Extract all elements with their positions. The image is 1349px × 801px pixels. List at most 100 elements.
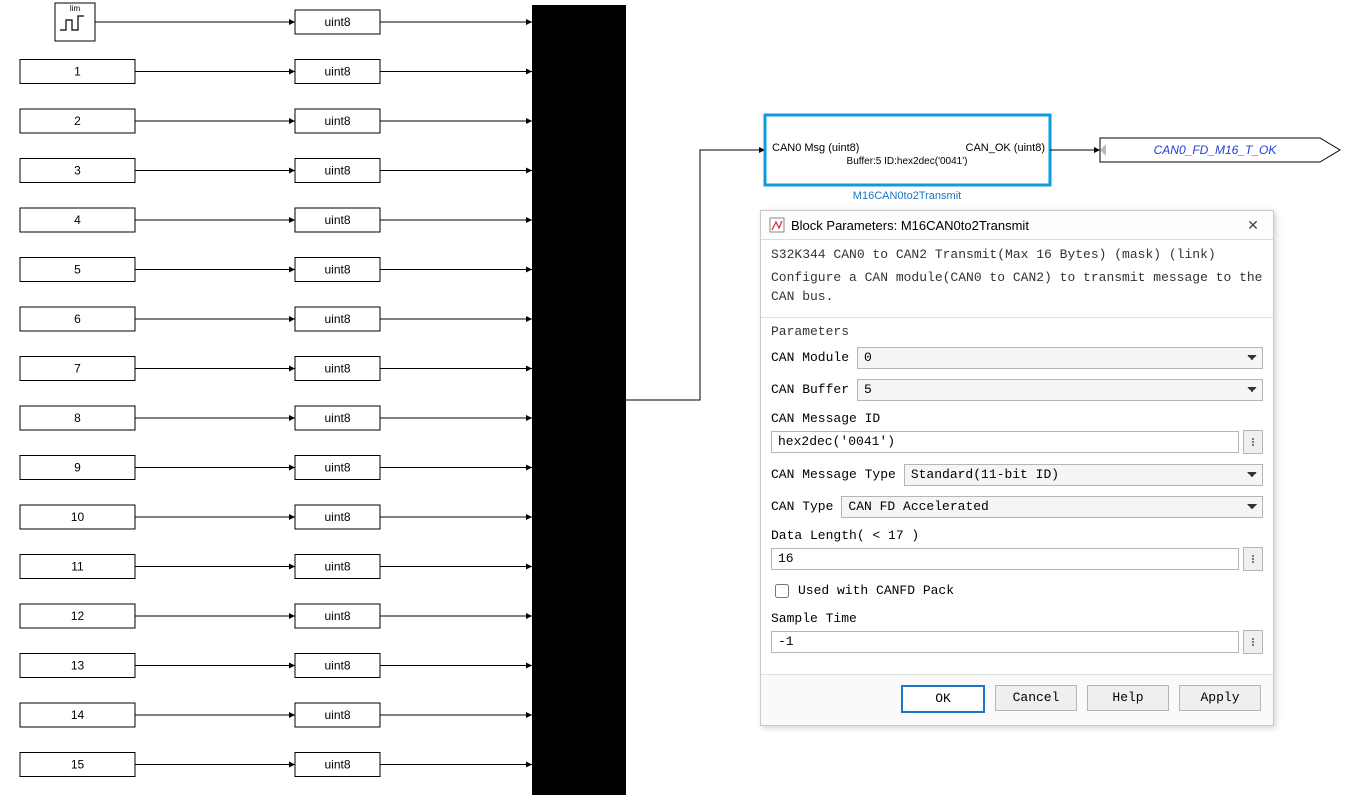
convert-block-1[interactable]: uint8: [295, 60, 380, 84]
dialog-titlebar[interactable]: Block Parameters: M16CAN0to2Transmit ✕: [761, 211, 1273, 240]
constant-block-9[interactable]: 9: [20, 456, 135, 480]
close-button[interactable]: ✕: [1241, 213, 1265, 237]
apply-button[interactable]: Apply: [1179, 685, 1261, 711]
svg-text:uint8: uint8: [324, 758, 350, 772]
svg-text:uint8: uint8: [324, 15, 350, 29]
can-block-right-text: CAN_OK (uint8): [966, 142, 1045, 154]
convert-block-3[interactable]: uint8: [295, 159, 380, 183]
convert-block-11[interactable]: uint8: [295, 555, 380, 579]
can-msgtype-select[interactable]: Standard(11-bit ID): [904, 464, 1263, 486]
convert-block-0[interactable]: uint8: [295, 10, 380, 34]
can-msgid-label: CAN Message ID: [771, 411, 1263, 426]
constant-block-12[interactable]: 12: [20, 604, 135, 628]
convert-block-15[interactable]: uint8: [295, 753, 380, 777]
svg-text:uint8: uint8: [324, 411, 350, 425]
can-buffer-label: CAN Buffer: [771, 382, 849, 397]
dialog-button-bar: OK Cancel Help Apply: [761, 674, 1273, 725]
convert-block-10[interactable]: uint8: [295, 505, 380, 529]
convert-block-6[interactable]: uint8: [295, 307, 380, 331]
svg-text:uint8: uint8: [324, 461, 350, 475]
constant-block-15[interactable]: 15: [20, 753, 135, 777]
sampletime-label: Sample Time: [771, 611, 1263, 626]
svg-text:uint8: uint8: [324, 114, 350, 128]
can-type-label: CAN Type: [771, 499, 833, 514]
can-msgid-input[interactable]: [771, 431, 1239, 453]
svg-text:3: 3: [74, 164, 81, 178]
ok-button[interactable]: OK: [901, 685, 985, 713]
constant-block-3[interactable]: 3: [20, 159, 135, 183]
datalen-more-button[interactable]: [1243, 547, 1263, 571]
mux-to-can-signal: [626, 150, 765, 400]
constant-block-10[interactable]: 10: [20, 505, 135, 529]
can-block-sub-text: Buffer:5 ID:hex2dec('0041'): [847, 156, 968, 167]
datalen-label: Data Length( < 17 ): [771, 528, 1263, 543]
svg-text:uint8: uint8: [324, 65, 350, 79]
msgid-more-button[interactable]: [1243, 430, 1263, 454]
constant-block-1[interactable]: 1: [20, 60, 135, 84]
svg-text:uint8: uint8: [324, 609, 350, 623]
constant-block-5[interactable]: 5: [20, 258, 135, 282]
convert-block-8[interactable]: uint8: [295, 406, 380, 430]
constant-block-13[interactable]: 13: [20, 654, 135, 678]
convert-block-12[interactable]: uint8: [295, 604, 380, 628]
constant-block-2[interactable]: 2: [20, 109, 135, 133]
dialog-description: S32K344 CAN0 to CAN2 Transmit(Max 16 Byt…: [761, 240, 1273, 318]
can-type-select[interactable]: CAN FD Accelerated: [841, 496, 1263, 518]
goto-tag-label: CAN0_FD_M16_T_OK: [1154, 143, 1278, 157]
svg-text:uint8: uint8: [324, 312, 350, 326]
mux-block[interactable]: [532, 5, 626, 795]
can-transmit-block[interactable]: CAN0 Msg (uint8) CAN_OK (uint8) Buffer:5…: [765, 115, 1050, 202]
sampletime-more-button[interactable]: [1243, 630, 1263, 654]
svg-text:11: 11: [71, 560, 84, 574]
convert-block-4[interactable]: uint8: [295, 208, 380, 232]
constant-block-6[interactable]: 6: [20, 307, 135, 331]
cancel-button[interactable]: Cancel: [995, 685, 1077, 711]
help-button[interactable]: Help: [1087, 685, 1169, 711]
block-parameters-dialog: Block Parameters: M16CAN0to2Transmit ✕ S…: [760, 210, 1274, 726]
svg-text:uint8: uint8: [324, 362, 350, 376]
goto-tag-block[interactable]: CAN0_FD_M16_T_OK: [1100, 138, 1340, 162]
constant-block-8[interactable]: 8: [20, 406, 135, 430]
convert-block-14[interactable]: uint8: [295, 703, 380, 727]
svg-text:7: 7: [74, 362, 81, 376]
svg-text:4: 4: [74, 213, 81, 227]
convert-block-2[interactable]: uint8: [295, 109, 380, 133]
svg-text:uint8: uint8: [324, 510, 350, 524]
svg-text:15: 15: [71, 758, 85, 772]
can-module-label: CAN Module: [771, 350, 849, 365]
svg-text:13: 13: [71, 659, 85, 673]
svg-text:uint8: uint8: [324, 708, 350, 722]
svg-text:9: 9: [74, 461, 81, 475]
svg-text:8: 8: [74, 411, 81, 425]
can-module-select[interactable]: 0: [857, 347, 1263, 369]
constant-block-14[interactable]: 14: [20, 703, 135, 727]
can-block-caption: M16CAN0to2Transmit: [853, 190, 961, 202]
convert-block-9[interactable]: uint8: [295, 456, 380, 480]
convert-block-7[interactable]: uint8: [295, 357, 380, 381]
dialog-title: Block Parameters: M16CAN0to2Transmit: [791, 218, 1241, 233]
svg-text:uint8: uint8: [324, 560, 350, 574]
source-block-lim[interactable]: lim: [55, 3, 95, 41]
constant-block-7[interactable]: 7: [20, 357, 135, 381]
svg-text:uint8: uint8: [324, 659, 350, 673]
svg-text:1: 1: [74, 65, 81, 79]
canfd-pack-label: Used with CANFD Pack: [798, 583, 954, 598]
convert-block-13[interactable]: uint8: [295, 654, 380, 678]
svg-text:14: 14: [71, 708, 85, 722]
can-block-left-text: CAN0 Msg (uint8): [772, 142, 859, 154]
constant-block-4[interactable]: 4: [20, 208, 135, 232]
can-buffer-select[interactable]: 5: [857, 379, 1263, 401]
desc-line2: Configure a CAN module(CAN0 to CAN2) to …: [771, 269, 1263, 307]
parameters-section-title: Parameters: [771, 320, 1263, 347]
datalen-input[interactable]: [771, 548, 1239, 570]
svg-text:uint8: uint8: [324, 213, 350, 227]
convert-block-5[interactable]: uint8: [295, 258, 380, 282]
canfd-pack-checkbox[interactable]: [775, 584, 789, 598]
dialog-icon: [769, 217, 785, 233]
svg-text:uint8: uint8: [324, 263, 350, 277]
desc-line1: S32K344 CAN0 to CAN2 Transmit(Max 16 Byt…: [771, 246, 1263, 265]
constant-block-11[interactable]: 11: [20, 555, 135, 579]
svg-text:uint8: uint8: [324, 164, 350, 178]
sampletime-input[interactable]: [771, 631, 1239, 653]
svg-text:10: 10: [71, 510, 85, 524]
